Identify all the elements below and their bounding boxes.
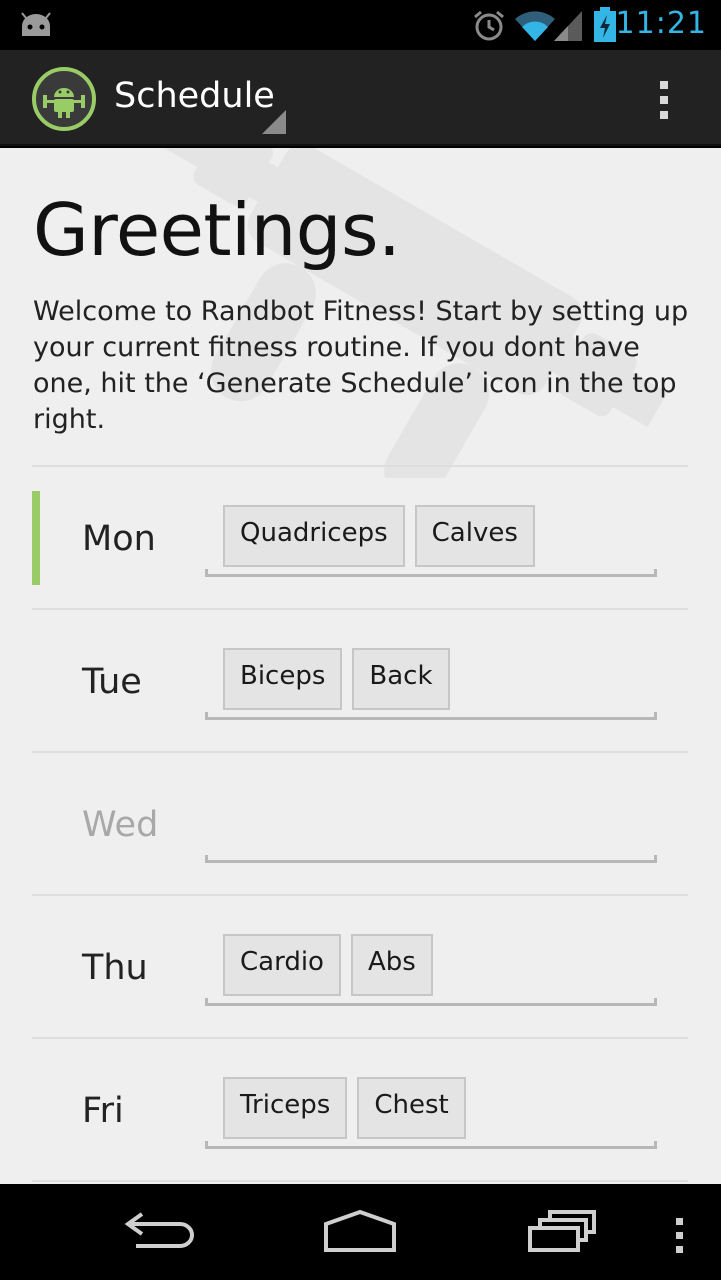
muscle-chips: Biceps Back: [223, 648, 450, 710]
page-title[interactable]: Schedule: [114, 76, 275, 116]
muscle-chip[interactable]: Triceps: [223, 1077, 348, 1139]
alarm-icon: [474, 10, 504, 41]
home-icon[interactable]: [322, 1206, 398, 1254]
day-label: Thu: [82, 948, 148, 988]
selected-day-indicator: [32, 491, 40, 585]
muscle-chip[interactable]: Cardio: [223, 934, 341, 996]
menu-dot: [676, 1218, 683, 1225]
overflow-menu-button[interactable]: [640, 70, 688, 130]
navigation-bar: [0, 1184, 721, 1280]
day-label: Wed: [82, 805, 159, 845]
overflow-dot: [660, 81, 668, 89]
android-dumbbell-logo-icon[interactable]: [31, 66, 97, 132]
back-icon[interactable]: [122, 1206, 196, 1254]
intro-text: Welcome to Randbot Fitness! Start by set…: [33, 296, 689, 435]
muscle-chips: Cardio Abs: [223, 934, 433, 996]
status-clock: 11:21: [615, 6, 707, 41]
day-label: Mon: [82, 519, 156, 559]
action-bar: Schedule: [0, 50, 721, 146]
day-row-wed[interactable]: Wed: [32, 751, 688, 894]
status-bar: 11:21: [0, 0, 721, 50]
day-row-mon[interactable]: Mon Quadriceps Calves: [32, 465, 688, 608]
muscle-chips: Quadriceps Calves: [223, 505, 535, 567]
day-label: Fri: [82, 1091, 124, 1131]
android-notification-icon: [21, 12, 51, 36]
muscle-input-field[interactable]: [205, 712, 657, 720]
muscle-chip[interactable]: Biceps: [223, 648, 343, 710]
day-row-thu[interactable]: Thu Cardio Abs: [32, 894, 688, 1037]
muscle-input-field[interactable]: [205, 569, 657, 577]
overflow-dot: [660, 96, 668, 104]
day-row-fri[interactable]: Fri Triceps Chest: [32, 1037, 688, 1180]
muscle-chips: Triceps Chest: [223, 1077, 466, 1139]
muscle-chip[interactable]: Quadriceps: [223, 505, 405, 567]
content-area: Greetings. Welcome to Randbot Fitness! S…: [0, 148, 721, 1184]
day-row-tue[interactable]: Tue Biceps Back: [32, 608, 688, 751]
day-label: Tue: [82, 662, 142, 702]
muscle-input-field[interactable]: [205, 998, 657, 1006]
menu-dot: [676, 1232, 683, 1239]
dropdown-corner-icon[interactable]: [262, 110, 286, 134]
muscle-chip[interactable]: Chest: [357, 1077, 466, 1139]
muscle-chip[interactable]: Calves: [414, 505, 535, 567]
muscle-chip[interactable]: Back: [352, 648, 450, 710]
muscle-input-field[interactable]: [205, 1141, 657, 1149]
greeting-heading: Greetings.: [33, 188, 401, 272]
menu-dot: [676, 1246, 683, 1253]
signal-icon: [554, 11, 582, 41]
muscle-input-field[interactable]: [205, 855, 657, 863]
menu-icon[interactable]: [676, 1218, 683, 1253]
wifi-icon: [515, 11, 555, 41]
recent-apps-icon[interactable]: [526, 1206, 598, 1254]
overflow-dot: [660, 111, 668, 119]
battery-charging-icon: [594, 7, 616, 42]
muscle-chip[interactable]: Abs: [350, 934, 433, 996]
